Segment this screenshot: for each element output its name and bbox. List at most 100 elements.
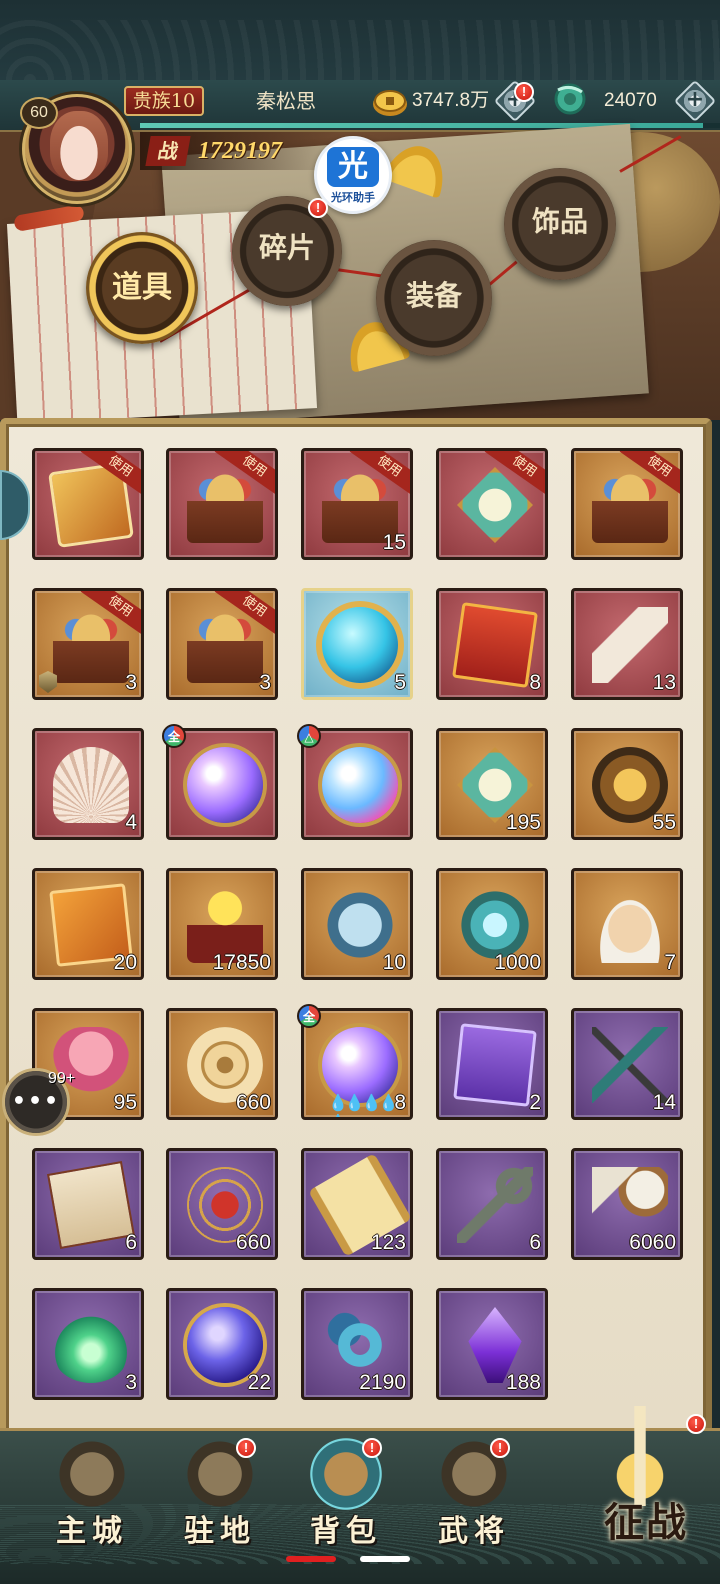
nav-label: 武将 <box>438 1514 510 1549</box>
shell-icon <box>53 747 129 823</box>
gold-chest-icon <box>592 467 668 543</box>
battle-notice-badge: ! <box>686 1414 706 1434</box>
item-count: 3 <box>259 671 271 694</box>
treasure-chest-icon <box>187 467 263 543</box>
inventory-slot[interactable]: 1000 <box>436 868 548 980</box>
plus-icon: + <box>685 87 705 112</box>
nav-label: 主城 <box>56 1514 128 1549</box>
inventory-slot[interactable]: 💧💧💧💧💧8 <box>301 1008 413 1120</box>
shield-tag-icon <box>39 671 57 693</box>
inventory-slot[interactable]: 7 <box>571 868 683 980</box>
dough-icon <box>592 887 668 963</box>
inventory-slot[interactable]: 使用 15 <box>301 448 413 560</box>
inventory-slot[interactable]: 使用 <box>571 448 683 560</box>
inventory-slot[interactable]: 8 <box>436 588 548 700</box>
inventory-slot[interactable]: 20 <box>32 868 144 980</box>
tab-label: 饰品 <box>531 205 588 238</box>
inventory-slot[interactable]: 使用 <box>436 448 548 560</box>
nav-garrison[interactable]: 驻地 <box>160 1430 280 1554</box>
generals-notice-badge: ! <box>490 1438 510 1458</box>
element-type-badge: 全 <box>162 724 186 748</box>
inventory-slot[interactable]: 195 <box>436 728 548 840</box>
power-value: 1729197 <box>198 138 282 164</box>
inventory-slot[interactable]: 使用 3 <box>32 588 144 700</box>
item-count: 10 <box>382 951 406 974</box>
item-count: 6 <box>125 1231 137 1254</box>
inventory-slot[interactable]: 188 <box>436 1288 548 1400</box>
tab-accessories[interactable]: 饰品 <box>504 168 616 280</box>
garrison-notice-badge: ! <box>236 1438 256 1458</box>
map-icon <box>46 1160 136 1250</box>
nav-generals[interactable]: 武将 <box>414 1430 534 1554</box>
item-count: 7 <box>664 951 676 974</box>
tab-props[interactable]: 道具 <box>86 232 198 344</box>
item-count: 188 <box>505 1371 541 1394</box>
inventory-slot[interactable]: 22 <box>166 1288 278 1400</box>
player-name: 秦松思 <box>256 89 316 113</box>
inventory-slot[interactable]: 6 <box>436 1148 548 1260</box>
inventory-slot[interactable]: 2 <box>436 1008 548 1120</box>
dragon-token-icon <box>452 602 538 688</box>
chat-unread-count: 99+ <box>48 1070 76 1087</box>
item-count: 13 <box>652 671 676 694</box>
inventory-slot[interactable]: 55 <box>571 728 683 840</box>
tab-label: 装备 <box>405 279 462 312</box>
inventory-slot[interactable]: 4 <box>32 728 144 840</box>
item-count: 20 <box>113 951 137 974</box>
food-chest-icon <box>187 607 263 683</box>
item-count: 195 <box>505 811 541 834</box>
inventory-slot[interactable]: 14 <box>571 1008 683 1120</box>
item-count: 15 <box>382 531 406 554</box>
crystal-chest-icon <box>53 607 129 683</box>
item-count: 660 <box>235 1231 271 1254</box>
inventory-slot[interactable]: 6 <box>32 1148 144 1260</box>
tab-label: 道具 <box>112 270 172 305</box>
inventory-slot[interactable]: 3 <box>32 1288 144 1400</box>
element-type-badge: △ <box>297 724 321 748</box>
inventory-slot[interactable]: 13 <box>571 588 683 700</box>
item-count: 3 <box>125 671 137 694</box>
inventory-slot[interactable]: 10 <box>301 868 413 980</box>
xp-bar <box>140 123 720 128</box>
inventory-slot[interactable]: 使用 <box>32 448 144 560</box>
indicator-segment <box>286 1556 336 1562</box>
nav-backpack[interactable]: 背包 <box>286 1430 406 1554</box>
battle-label: 征战 <box>604 1499 688 1546</box>
item-count: 4 <box>125 811 137 834</box>
nav-label: 背包 <box>310 1514 382 1549</box>
inventory-slot[interactable]: 使用 <box>166 448 278 560</box>
tab-equipment[interactable]: 装备 <box>376 240 492 356</box>
inventory-slot[interactable] <box>166 728 278 840</box>
tab-label: 碎片 <box>258 231 315 264</box>
element-type-badge: 全 <box>297 1004 321 1028</box>
city-gate-icon <box>54 1436 130 1512</box>
inventory-slot[interactable]: 6060 <box>571 1148 683 1260</box>
helper-logo-icon: 光 <box>327 147 379 187</box>
item-count: 3 <box>125 1371 137 1394</box>
inventory-slot[interactable]: 2190 <box>301 1288 413 1400</box>
gold-notice-badge: ! <box>514 82 534 102</box>
inventory-slot[interactable]: 123 <box>301 1148 413 1260</box>
gold-amount: 3747.8万 <box>412 90 490 111</box>
helper-label: 光环助手 <box>331 191 375 204</box>
item-count: 22 <box>247 1371 271 1394</box>
app-root: 战 1729197 60 贵族10 秦松思 3747.8万 + ! 24070 … <box>0 0 720 1584</box>
system-nav-indicator <box>286 1556 436 1562</box>
vip-badge[interactable]: 贵族10 <box>124 86 204 116</box>
inventory-slot[interactable] <box>301 728 413 840</box>
inventory-slot[interactable]: 660 <box>166 1148 278 1260</box>
inventory-slot[interactable]: 660 <box>166 1008 278 1120</box>
item-count: 8 <box>394 1091 406 1114</box>
gold-coin-icon <box>373 90 407 116</box>
jade-amount: 24070 <box>604 90 657 111</box>
inventory-slot[interactable]: 17850 <box>166 868 278 980</box>
item-count: 6060 <box>629 1231 676 1254</box>
spirit-orb-3-icon <box>322 1027 398 1103</box>
item-count: 1000 <box>494 951 541 974</box>
purple-card-icon <box>453 1023 537 1107</box>
nav-main-city[interactable]: 主城 <box>32 1430 152 1554</box>
chat-bubble-icon: ••• <box>11 1089 61 1114</box>
inventory-slot[interactable]: 使用 3 <box>166 588 278 700</box>
inventory-slot[interactable]: 5 <box>301 588 413 700</box>
item-count: 14 <box>652 1091 676 1114</box>
